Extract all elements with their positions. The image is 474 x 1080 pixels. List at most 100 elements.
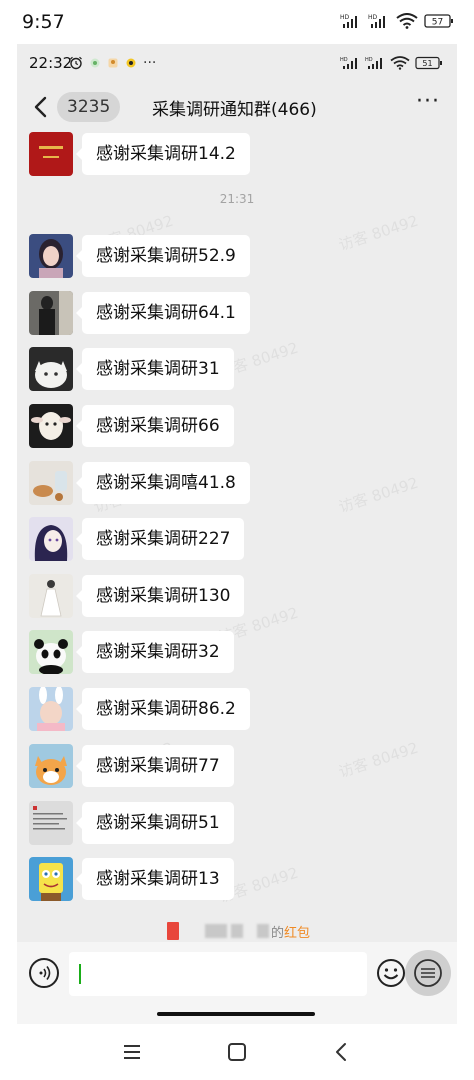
message-bubble[interactable]: 感谢采集调研64.1 — [76, 292, 250, 334]
avatar[interactable] — [29, 404, 73, 448]
bunny-ears-child-avatar-icon — [29, 687, 73, 731]
back-icon[interactable] — [330, 1040, 354, 1064]
battery-icon: 57 — [424, 14, 453, 28]
message-bubble[interactable]: 感谢采集调研86.2 — [76, 688, 250, 730]
notification-icons: ··· — [69, 55, 156, 71]
svg-text:57: 57 — [432, 18, 443, 28]
app-notification-icon — [108, 58, 118, 68]
redpacket-text: 的红包 — [271, 926, 311, 941]
red-packet-icon — [167, 922, 179, 940]
phone-status-bar: 9:57 HD HD 57 — [0, 0, 474, 44]
chat-more-button[interactable]: ··· — [415, 91, 441, 118]
battery-icon: 51 — [415, 56, 442, 70]
redpacket-link[interactable]: 红包 — [284, 926, 310, 941]
unread-count-badge[interactable]: 3235 — [57, 92, 121, 122]
voice-input-button[interactable] — [29, 958, 59, 988]
chat-screen: 22:32 ··· HD HD 51 3235 采集调研通知群(466) ···… — [17, 44, 457, 1024]
redpacket-notice: 的红包 — [17, 920, 457, 942]
redacted-name — [205, 924, 227, 938]
avatar[interactable] — [29, 234, 73, 278]
message-bubble[interactable]: 感谢采集调研52.9 — [76, 235, 250, 277]
message-input[interactable] — [69, 952, 367, 996]
svg-text:HD: HD — [368, 14, 378, 21]
avatar[interactable] — [29, 744, 73, 788]
app-notification-icon — [90, 58, 100, 68]
girl-portrait-avatar-icon — [29, 234, 73, 278]
message-bubble[interactable]: 感谢采集调研14.2 — [76, 133, 250, 175]
chat-message: 感谢采集调研227 — [29, 517, 449, 561]
avatar[interactable] — [29, 687, 73, 731]
chat-message: 感谢采集调嘻41.8 — [29, 461, 449, 505]
redacted-name — [231, 924, 243, 938]
message-bubble[interactable]: 感谢采集调研130 — [75, 575, 245, 617]
hd-signal-icon: HD — [340, 57, 357, 69]
white-cat-avatar-icon — [29, 347, 73, 391]
avatar[interactable] — [29, 291, 73, 335]
menu-icon — [414, 959, 442, 987]
back-arrow-icon[interactable] — [29, 94, 55, 120]
chat-message: 感谢采集调研51 — [29, 801, 449, 845]
voice-icon — [39, 966, 51, 980]
chat-message: 感谢采集调研130 — [29, 574, 449, 618]
text-caret — [79, 964, 81, 984]
inner-status-bar: 22:32 ··· HD HD 51 — [17, 44, 457, 84]
chat-message: 感谢采集调研77 — [29, 744, 449, 788]
message-bubble[interactable]: 感谢采集调研51 — [76, 802, 234, 844]
message-bubble[interactable]: 感谢采集调研227 — [75, 518, 245, 560]
hd-signal-icon: HD — [368, 14, 385, 28]
inner-status-icons: HD HD 51 — [340, 56, 443, 70]
dark-figure-avatar-icon — [29, 291, 73, 335]
redacted-name — [257, 924, 269, 938]
home-icon[interactable] — [225, 1040, 249, 1064]
text-image-avatar-icon — [29, 801, 73, 845]
message-bubble[interactable]: 感谢采集调研13 — [76, 858, 234, 900]
chat-message: 感谢采集调研86.2 — [29, 687, 449, 731]
more-functions-button[interactable] — [405, 950, 451, 996]
hd-signal-icon: HD — [340, 14, 357, 28]
recent-apps-icon[interactable] — [120, 1040, 144, 1064]
inner-clock: 22:32 — [29, 54, 73, 72]
red-greeting-card-avatar-icon — [29, 132, 73, 176]
avatar[interactable] — [29, 630, 73, 674]
more-notifications-icon: ··· — [143, 55, 157, 71]
chat-title: 采集调研通知群(466) — [152, 100, 317, 120]
message-bubble[interactable]: 感谢采集调研32 — [76, 631, 234, 673]
chat-message: 感谢采集调研14.2 — [29, 132, 449, 176]
avatar[interactable] — [29, 574, 73, 618]
lamb-avatar-icon — [29, 404, 73, 448]
chat-message: 感谢采集调研52.9 — [29, 234, 449, 278]
message-bubble[interactable]: 感谢采集调嘻41.8 — [76, 462, 250, 504]
avatar[interactable] — [29, 857, 73, 901]
white-dress-avatar-icon — [29, 574, 73, 618]
chat-message: 感谢采集调研64.1 — [29, 291, 449, 335]
food-table-avatar-icon — [29, 461, 73, 505]
message-bubble[interactable]: 感谢采集调研31 — [76, 348, 234, 390]
spongebob-avatar-icon — [29, 857, 73, 901]
svg-text:HD: HD — [340, 57, 348, 63]
avatar[interactable] — [29, 801, 73, 845]
chat-message: 感谢采集调研13 — [29, 857, 449, 901]
phone-clock: 9:57 — [22, 11, 65, 33]
svg-text:HD: HD — [340, 14, 350, 21]
hd-signal-icon: HD — [365, 57, 382, 69]
wifi-icon — [396, 13, 418, 29]
panda-avatar-icon — [29, 630, 73, 674]
avatar[interactable] — [29, 461, 73, 505]
message-bubble[interactable]: 感谢采集调研77 — [76, 745, 234, 787]
orange-cat-avatar-icon — [29, 744, 73, 788]
alarm-icon — [70, 56, 82, 70]
home-indicator[interactable] — [157, 1012, 315, 1016]
svg-text:51: 51 — [422, 59, 432, 68]
phone-status-icons: HD HD 57 — [340, 13, 454, 29]
chat-message: 感谢采集调研32 — [29, 630, 449, 674]
emoji-icon[interactable] — [376, 958, 406, 988]
avatar[interactable] — [29, 517, 73, 561]
time-separator: 21:31 — [219, 192, 255, 206]
chat-message: 感谢采集调研66 — [29, 404, 449, 448]
avatar[interactable] — [29, 347, 73, 391]
message-bubble[interactable]: 感谢采集调研66 — [76, 405, 234, 447]
chat-message: 感谢采集调研31 — [29, 347, 449, 391]
svg-text:HD: HD — [365, 57, 373, 63]
app-notification-icon — [126, 58, 136, 68]
avatar[interactable] — [29, 132, 73, 176]
